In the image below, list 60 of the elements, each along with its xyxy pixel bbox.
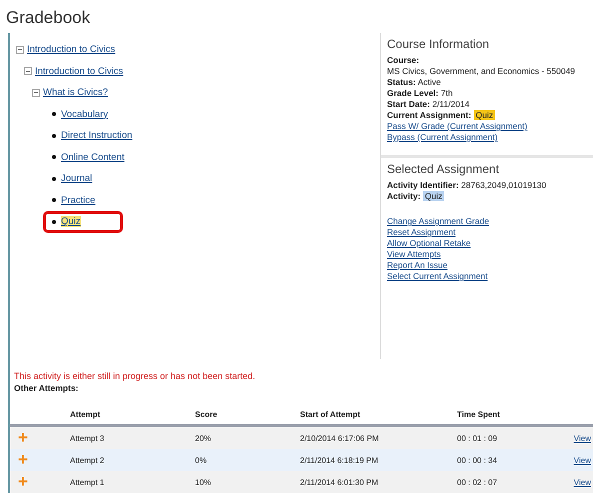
bullet-icon <box>52 220 56 224</box>
info-text: MS Civics, Government, and Economics - 550049 <box>387 66 576 77</box>
tree-link[interactable]: Practice <box>61 194 96 206</box>
table-cell-text: 20% <box>195 434 212 442</box>
bullet-icon <box>52 112 56 116</box>
bullet-icon <box>52 198 56 202</box>
column-header: Score <box>195 410 218 419</box>
table-cell-text: 2/10/2014 6:17:06 PM <box>300 434 380 442</box>
info-label: Current Assignment: <box>387 110 472 120</box>
info-text: Activity Identifier: 28763,2049,01019130 <box>387 180 548 191</box>
table-cell-text: 00 : 00 : 34 <box>457 456 498 464</box>
action-link[interactable]: Bypass (Current Assignment) <box>387 132 498 142</box>
activity-value: Quiz <box>422 191 444 201</box>
tree-link[interactable]: Journal <box>61 173 92 184</box>
info-text: Course: <box>387 55 420 66</box>
action-link[interactable]: View Attempts <box>387 249 441 259</box>
collapse-icon[interactable] <box>32 88 40 97</box>
view-link[interactable]: View <box>574 478 591 486</box>
section-heading: Selected Assignment <box>387 164 500 175</box>
info-text: Status: Active <box>387 77 442 88</box>
table-cell-text: Attempt 2 <box>70 456 106 464</box>
bullet-icon <box>52 176 56 181</box>
page-title: Gradebook <box>5 7 92 29</box>
info-text: Start Date: 2/11/2014 <box>387 99 471 110</box>
table-cell-text: 10% <box>195 478 212 486</box>
tree-link[interactable]: Quiz <box>61 216 81 228</box>
section-heading: Course Information <box>387 39 490 50</box>
view-link[interactable]: View <box>574 456 591 464</box>
info-label: Activity: <box>387 191 421 201</box>
tree-link[interactable]: Online Content <box>61 152 124 163</box>
action-link[interactable]: Pass W/ Grade (Current Assignment) <box>387 121 528 131</box>
table-cell-text: Attempt 3 <box>70 434 106 442</box>
assignment-value: Quiz <box>474 110 496 120</box>
view-link[interactable]: View <box>574 434 591 442</box>
collapse-icon[interactable] <box>24 67 32 76</box>
action-link[interactable]: Report An Issue <box>387 260 448 270</box>
table-cell-text: 2/11/2014 6:18:19 PM <box>300 456 380 464</box>
table-cell-text: 2/11/2014 6:01:30 PM <box>300 478 380 486</box>
column-header: Time Spent <box>457 410 501 419</box>
status-message: This activity is either still in progress or has not been started. <box>13 370 256 381</box>
tree-link[interactable]: What is Civics? <box>43 87 108 98</box>
tree-link[interactable]: Vocabulary <box>61 108 108 120</box>
action-link[interactable]: Change Assignment Grade <box>387 216 490 226</box>
column-header: Start of Attempt <box>300 410 362 419</box>
table-cell-text: 00 : 02 : 07 <box>457 478 498 486</box>
tree-link[interactable]: Introduction to Civics <box>35 66 124 77</box>
action-link[interactable]: Select Current Assignment <box>387 271 488 281</box>
bullet-icon <box>52 155 56 160</box>
tree-link[interactable]: Direct Instruction <box>61 130 132 142</box>
info-text: Grade Level: 7th <box>387 88 454 99</box>
tree-link[interactable]: Introduction to Civics <box>27 44 116 56</box>
bullet-icon <box>52 134 56 138</box>
action-link[interactable]: Reset Assignment <box>387 227 456 237</box>
table-cell-text: Attempt 1 <box>70 478 106 486</box>
section-label: Other Attempts: <box>13 382 80 393</box>
table-cell-text: 00 : 01 : 09 <box>457 434 498 442</box>
collapse-icon[interactable] <box>16 46 24 54</box>
table-cell-text: 0% <box>195 456 208 464</box>
column-header: Attempt <box>70 410 102 419</box>
action-link[interactable]: Allow Optional Retake <box>387 238 471 248</box>
